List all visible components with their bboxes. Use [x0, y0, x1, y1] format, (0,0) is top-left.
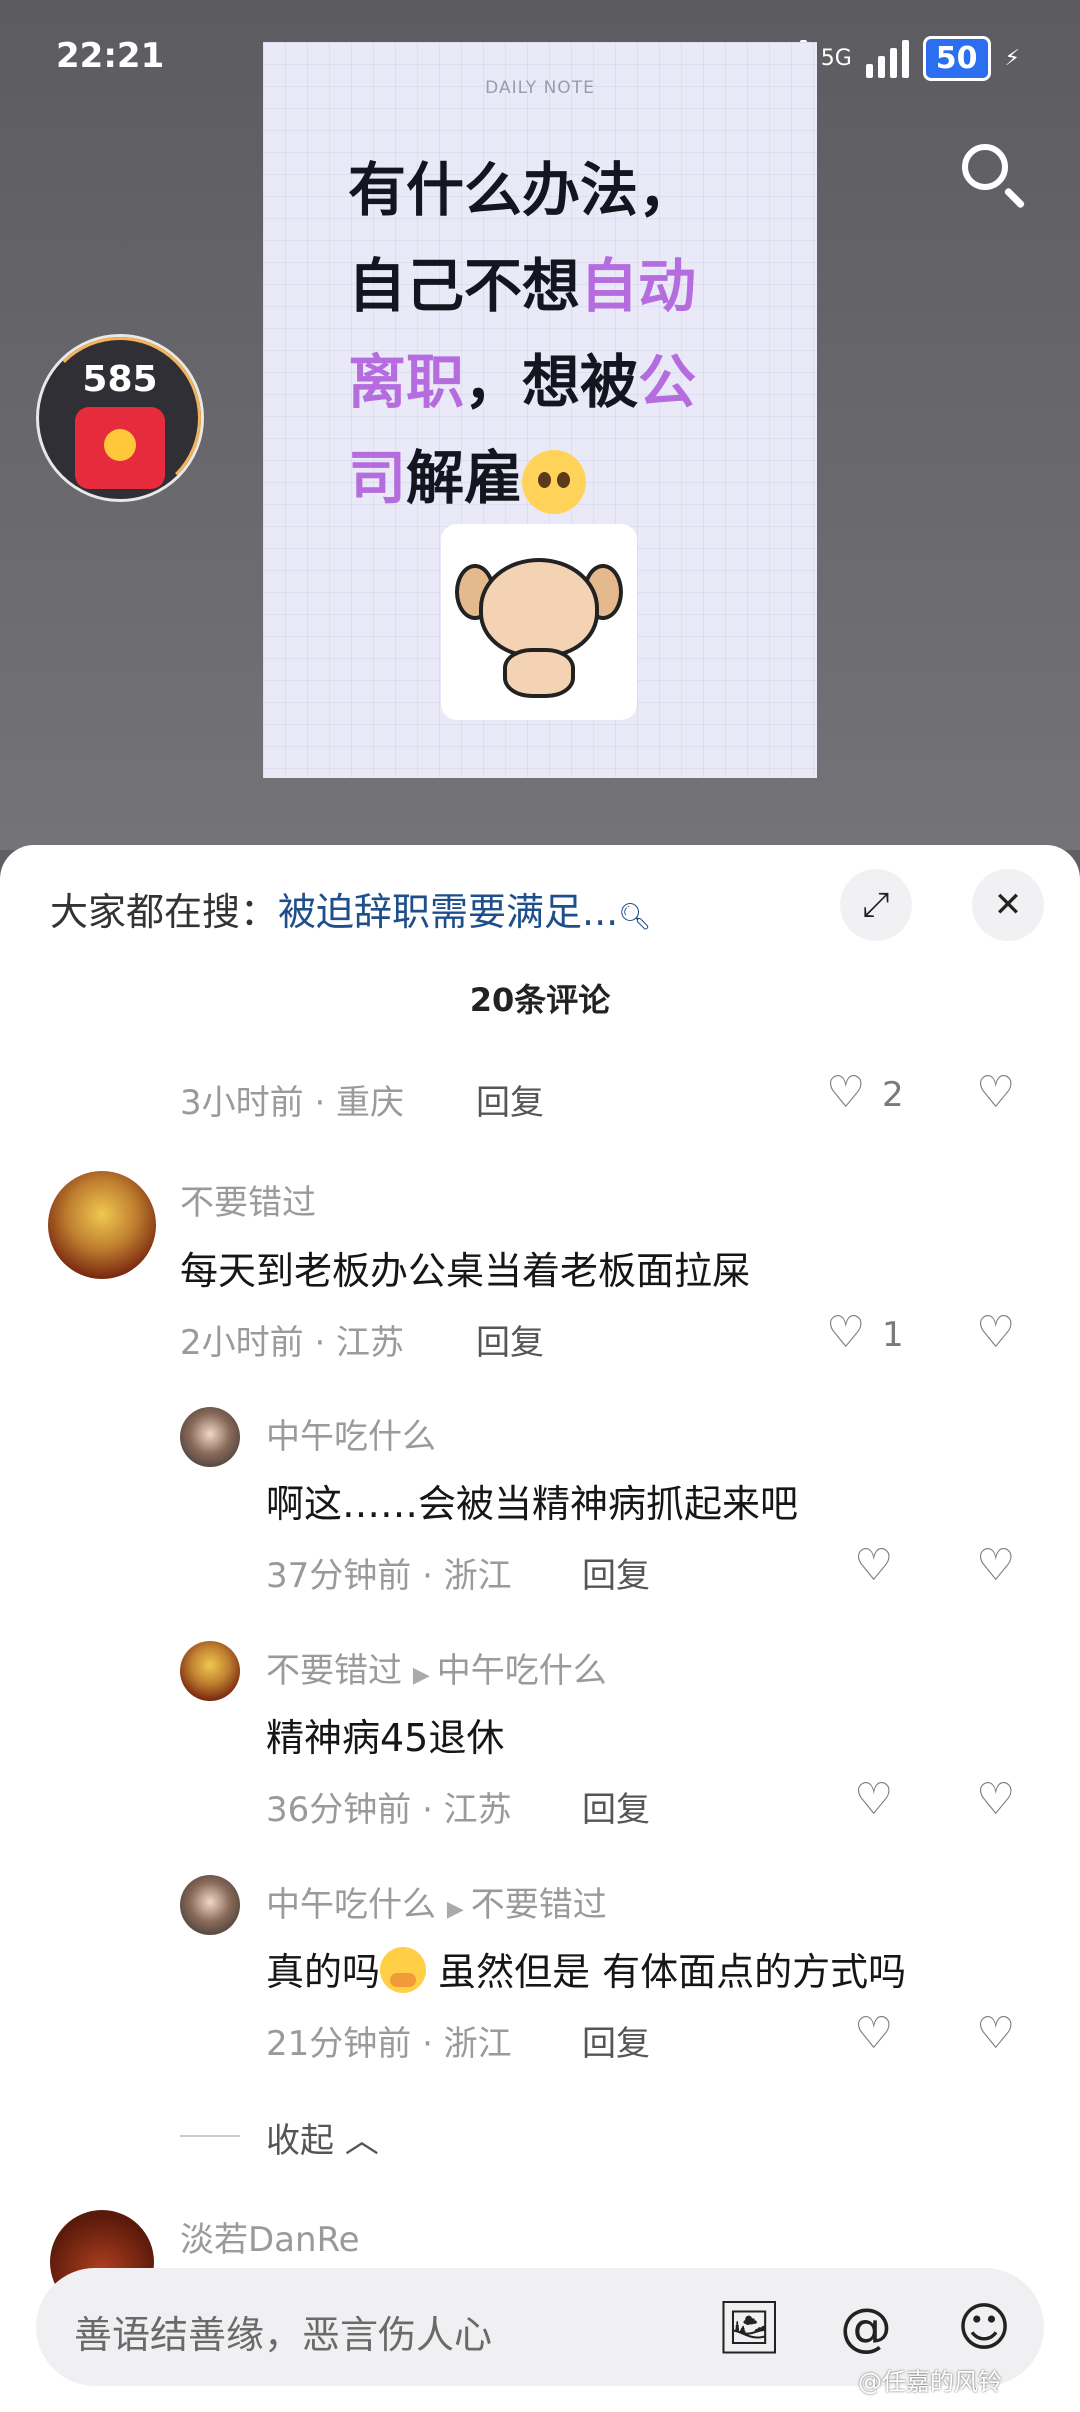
- comment-text-a: 真的吗: [266, 1950, 381, 1994]
- poster-note: DAILY NOTE: [485, 78, 595, 98]
- comment-input-placeholder: 善语结善缘，恶言伤人心: [74, 2313, 493, 2357]
- dog-sticker-icon: [441, 524, 637, 720]
- heart-icon[interactable]: ♡: [826, 1311, 865, 1355]
- collapse-button[interactable]: 收起 ︿: [266, 2113, 379, 2162]
- like-count: 2: [882, 1075, 904, 1115]
- avatar[interactable]: [48, 1171, 156, 1279]
- emoji-icon[interactable]: ☺: [954, 2298, 1014, 2358]
- like-count: 1: [882, 1315, 904, 1355]
- comment-meta: 36分钟前 · 江苏: [266, 1790, 512, 1830]
- network-label-2: 5G: [820, 46, 852, 71]
- dislike-icon[interactable]: ♡: [976, 1778, 1015, 1822]
- reply-arrow-icon: ▶: [446, 1897, 471, 1922]
- heart-icon[interactable]: ♡: [854, 1778, 893, 1822]
- dislike-icon[interactable]: ♡: [976, 2012, 1015, 2056]
- watermark: @任嘉的风铃: [858, 2368, 1002, 2396]
- dislike-icon[interactable]: ♡: [976, 1544, 1015, 1588]
- comment-meta: 2小时前 · 江苏: [180, 1323, 405, 1363]
- image-icon[interactable]: 🖼︎: [716, 2298, 782, 2358]
- battery-level: 50: [922, 36, 991, 81]
- comment-meta: 37分钟前 · 浙江: [266, 1556, 512, 1596]
- comment-author[interactable]: 不要错过: [180, 1175, 316, 1224]
- red-packet-count: 585: [82, 359, 158, 400]
- heart-icon[interactable]: ♡: [854, 1544, 893, 1588]
- reply-button[interactable]: 回复: [582, 1548, 650, 1597]
- reply-button[interactable]: 回复: [476, 1315, 544, 1364]
- reply-button[interactable]: 回复: [582, 1782, 650, 1831]
- comment-sheet: 大家都在搜：被迫辞职需要满足...🔍︎ ⤢ ✕ 20条评论 3小时前 · 重庆 …: [0, 845, 1080, 2412]
- poster-line-3a: 离职: [348, 348, 465, 416]
- red-packet-widget[interactable]: 585: [36, 334, 204, 502]
- poster-line-4b: 解雇: [406, 444, 523, 512]
- comment-count: 20条评论: [469, 981, 611, 1019]
- poster-title: 有什么办法， 自己不想自动 离职，想被公 司解雇: [348, 142, 768, 526]
- status-time: 22:21: [56, 36, 165, 76]
- crying-face-icon: [380, 1947, 427, 1993]
- avatar[interactable]: [180, 1875, 240, 1935]
- comment-text: 精神病45退休: [266, 1716, 505, 1760]
- reply-button[interactable]: 回复: [582, 2016, 650, 2065]
- comment-text: 啊这……会被当精神病抓起来吧: [266, 1482, 799, 1526]
- poster-line-2a: 自己不想: [348, 252, 581, 320]
- dislike-icon[interactable]: ♡: [976, 1071, 1015, 1115]
- trending-term[interactable]: 被迫辞职需要满足...: [278, 890, 618, 934]
- poster-line-3c: 公: [638, 348, 697, 416]
- heart-icon[interactable]: ♡: [854, 2012, 893, 2056]
- comment-author[interactable]: 淡若DanRe: [180, 2212, 360, 2261]
- comment-author[interactable]: 不要错过: [266, 1651, 402, 1691]
- search-small-icon: 🔍︎: [618, 902, 652, 932]
- reply-thread-header: 中午吃什么 ▶ 不要错过: [266, 1877, 607, 1926]
- reply-arrow-icon: ▶: [412, 1663, 437, 1688]
- reply-thread-header: 不要错过 ▶ 中午吃什么: [266, 1643, 607, 1692]
- trending-label: 大家都在搜：: [50, 890, 279, 934]
- reply-target[interactable]: 不要错过: [471, 1885, 607, 1925]
- charging-icon: ⚡: [1004, 46, 1020, 71]
- collapse-divider: [180, 2135, 240, 2137]
- avatar[interactable]: [180, 1641, 240, 1701]
- search-icon[interactable]: [958, 140, 1028, 210]
- avatar[interactable]: [180, 1407, 240, 1467]
- post-image[interactable]: DAILY NOTE 有什么办法， 自己不想自动 离职，想被公 司解雇: [263, 42, 817, 778]
- mention-icon[interactable]: @: [836, 2298, 896, 2358]
- comment-meta: 21分钟前 · 浙江: [266, 2024, 512, 2064]
- poster-line-4a: 司: [348, 444, 407, 512]
- reply-button[interactable]: 回复: [476, 1075, 544, 1124]
- pleading-face-icon: [522, 449, 587, 514]
- reply-target[interactable]: 中午吃什么: [437, 1651, 607, 1691]
- collapse-label: 收起: [266, 2121, 334, 2161]
- comment-meta: 3小时前 · 重庆: [180, 1083, 405, 1123]
- expand-icon[interactable]: ⤢: [840, 869, 912, 941]
- dislike-icon[interactable]: ♡: [976, 1311, 1015, 1355]
- poster-line-1: 有什么办法，: [348, 156, 697, 224]
- poster-line-3b: ，想被: [464, 348, 639, 416]
- comment-author[interactable]: 中午吃什么: [266, 1885, 436, 1925]
- close-icon[interactable]: ✕: [972, 869, 1044, 941]
- comment-text: 每天到老板办公桌当着老板面拉屎: [180, 1249, 751, 1293]
- signal-icon-2: [865, 39, 909, 78]
- chevron-up-icon: ︿: [344, 2121, 379, 2161]
- heart-icon[interactable]: ♡: [826, 1071, 865, 1115]
- trending-search[interactable]: 大家都在搜：被迫辞职需要满足...🔍︎: [50, 881, 651, 936]
- comment-text-b: 虽然但是 有体面点的方式吗: [426, 1950, 907, 1994]
- coin-icon: [104, 429, 136, 461]
- poster-line-2b: 自动: [580, 252, 697, 320]
- comment-author[interactable]: 中午吃什么: [266, 1409, 436, 1458]
- comment-text: 真的吗 虽然但是 有体面点的方式吗: [266, 1941, 906, 1996]
